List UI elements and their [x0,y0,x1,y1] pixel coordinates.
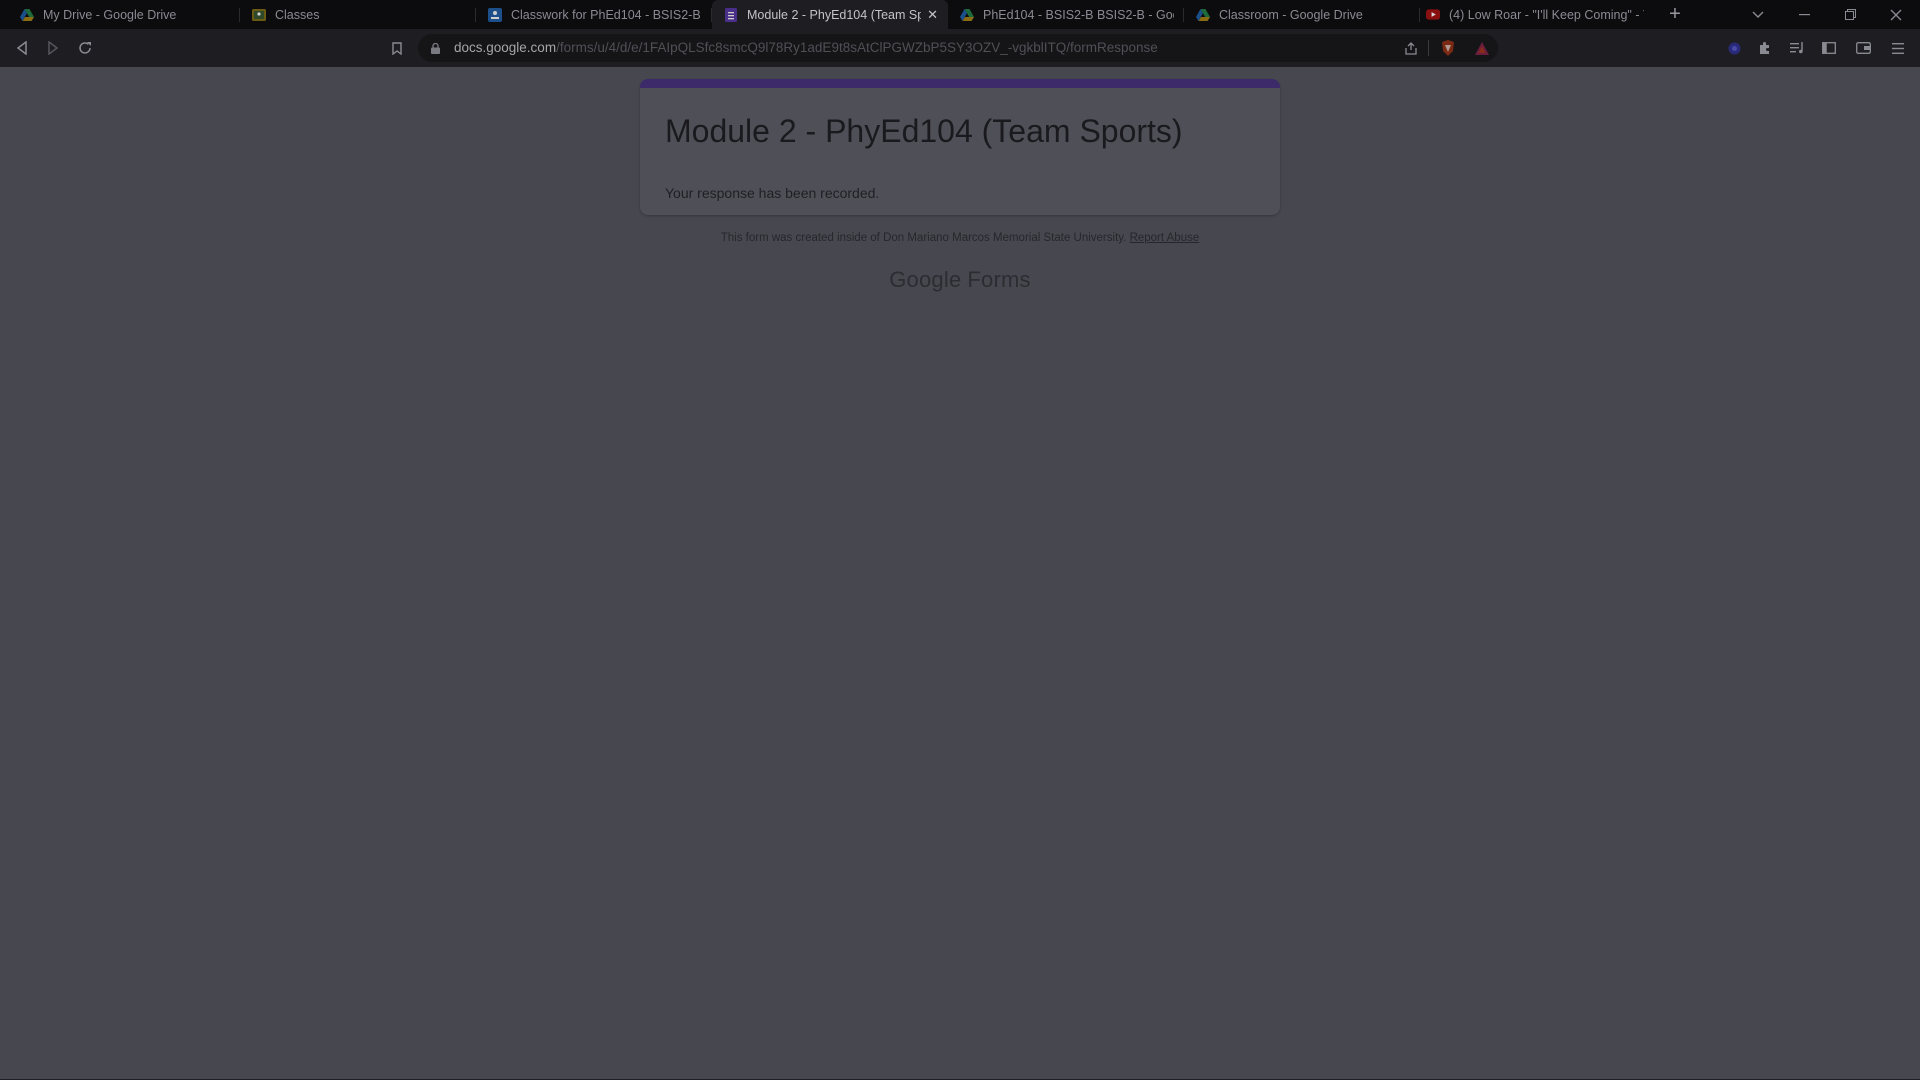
new-tab-button[interactable]: + [1663,0,1687,29]
tab-phed104-drive[interactable]: PhEd104 - BSIS2-B BSIS2-B - Google [948,0,1184,29]
confirmation-message: Your response has been recorded. [665,185,880,201]
close-window-button[interactable] [1876,0,1916,29]
tab-title: Classwork for PhEd104 - BSIS2-B BSIS [511,7,702,22]
brave-rewards-icon[interactable] [1469,29,1495,67]
tab-module-2-form[interactable]: Module 2 - PhyEd104 (Team Spo ✕ [712,0,948,29]
form-title: Module 2 - PhyEd104 (Team Sports) [665,113,1183,149]
tab-strip: My Drive - Google Drive Classes Classwor… [0,0,1920,29]
sidebar-toggle-icon[interactable] [1816,29,1842,67]
lock-icon[interactable] [422,29,448,67]
wallet-icon[interactable] [1850,29,1876,67]
form-accent-bar [640,79,1280,88]
google-drive-icon [1196,8,1210,22]
extensions-puzzle-icon[interactable] [1752,29,1778,67]
vpn-icon[interactable] [1721,29,1747,67]
tab-title: Classroom - Google Drive [1219,7,1363,22]
form-footer: This form was created inside of Don Mari… [0,232,1920,244]
tab-title: Classes [275,7,320,22]
classroom-assignment-icon [488,7,502,22]
brave-shields-icon[interactable] [1435,29,1461,67]
share-icon[interactable] [1398,29,1424,67]
google-forms-icon [724,7,738,22]
logo-forms-text: Forms [967,267,1031,292]
tab-title: (4) Low Roar - "I'll Keep Coming" - Yo [1449,7,1644,22]
tab-search-chevron-icon[interactable] [1738,0,1778,29]
bookmark-icon[interactable] [384,29,410,67]
google-classroom-icon [252,8,266,22]
browser-toolbar: docs.google.com/forms/u/4/d/e/1FAIpQLSfc… [0,29,1920,67]
confirmation-card: Module 2 - PhyEd104 (Team Sports) Your r… [640,79,1280,215]
logo-google-text: Google [889,267,962,292]
toolbar-divider [1428,40,1429,56]
tab-title: My Drive - Google Drive [43,7,177,22]
minimize-window-button[interactable] [1784,0,1824,29]
reload-icon[interactable] [72,29,98,67]
restore-window-button[interactable] [1830,0,1870,29]
address-bar[interactable]: docs.google.com/forms/u/4/d/e/1FAIpQLSfc… [418,34,1498,62]
tab-my-drive[interactable]: My Drive - Google Drive [8,0,240,29]
menu-icon[interactable] [1885,29,1911,67]
tab-youtube[interactable]: (4) Low Roar - "I'll Keep Coming" - Yo [1414,0,1654,29]
tab-title: PhEd104 - BSIS2-B BSIS2-B - Google [983,7,1174,22]
forward-icon[interactable] [40,29,66,67]
youtube-icon [1426,8,1440,22]
tab-classwork[interactable]: Classwork for PhEd104 - BSIS2-B BSIS [476,0,712,29]
url-text[interactable]: docs.google.com/forms/u/4/d/e/1FAIpQLSfc… [454,34,1158,62]
tab-classroom-drive[interactable]: Classroom - Google Drive [1184,0,1420,29]
report-abuse-link[interactable]: Report Abuse [1130,232,1200,244]
media-playlist-icon[interactable] [1784,29,1810,67]
close-tab-icon[interactable]: ✕ [927,7,938,23]
url-path: /forms/u/4/d/e/1FAIpQLSfc8smcQ9l78Ry1adE… [556,40,1158,55]
google-drive-icon [960,8,974,22]
form-response-page: Module 2 - PhyEd104 (Team Sports) Your r… [0,67,1920,1080]
tab-title: Module 2 - PhyEd104 (Team Spo [747,7,922,22]
url-host: docs.google.com [454,40,557,55]
tab-classes[interactable]: Classes [240,0,476,29]
footer-text: This form was created inside of Don Mari… [720,232,1127,244]
google-drive-icon [20,8,34,22]
google-forms-logo[interactable]: Google Forms [0,267,1920,293]
back-icon[interactable] [9,29,35,67]
